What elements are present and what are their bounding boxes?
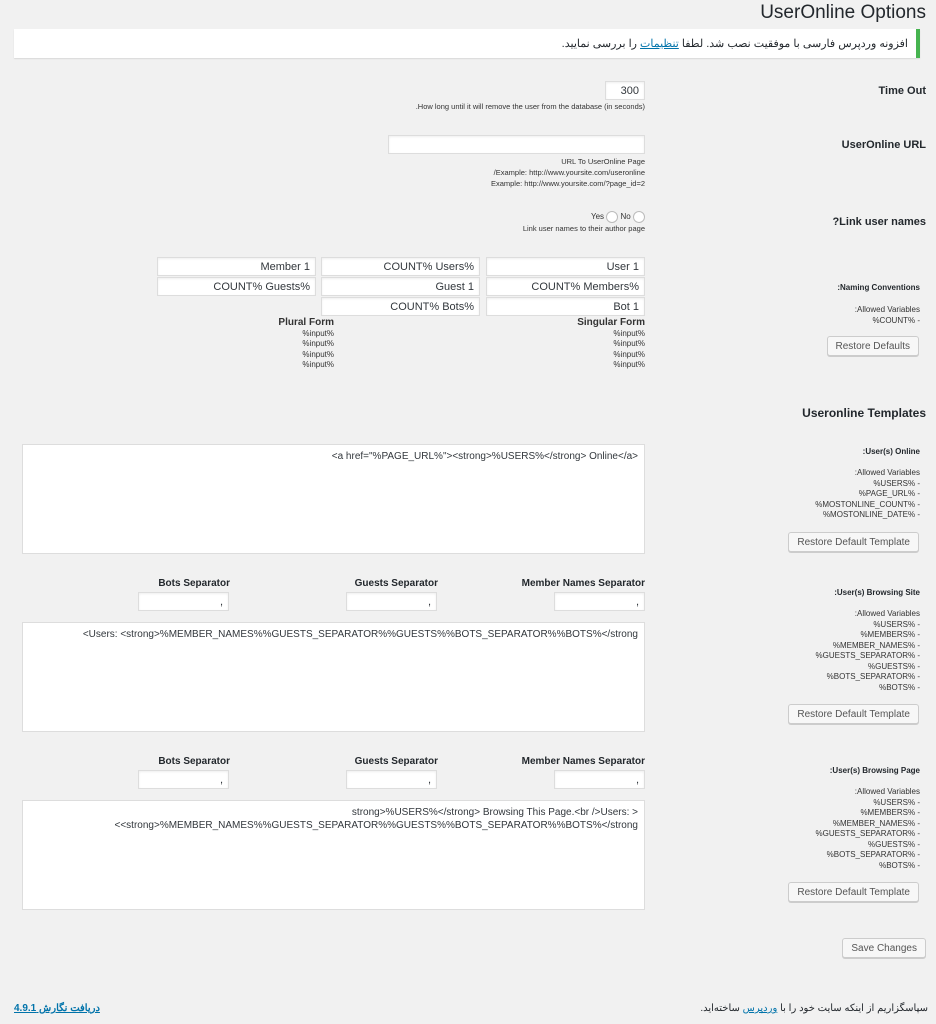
users-plural-input[interactable]: COUNT% Users%: [321, 257, 480, 276]
bots-sep-label: Bots Separator: [158, 578, 230, 589]
link-names-radios: Yes No: [591, 211, 645, 223]
bots-sep-input[interactable]: ,: [138, 592, 229, 611]
save-changes-button[interactable]: Save Changes: [842, 938, 926, 958]
url-desc: URL To UserOnline Page/Example: http://w…: [490, 157, 645, 188]
url-input[interactable]: [388, 135, 645, 154]
naming-vars: :Allowed Variables %COUNT% -: [854, 305, 920, 325]
link-names-label: ?Link user names: [832, 216, 926, 228]
member-sep-label: Member Names Separator: [521, 756, 645, 767]
yes-radio[interactable]: [606, 211, 619, 223]
guests-sep-label: Guests Separator: [354, 756, 438, 767]
restore-browsing-site-template-button[interactable]: Restore Default Template: [788, 704, 919, 724]
guest-singular-input[interactable]: Guest 1: [321, 277, 480, 296]
bots-plural-input[interactable]: COUNT% Bots%: [321, 297, 480, 316]
bot-singular-input[interactable]: Bot 1: [486, 297, 645, 316]
browsing-page-vars: :Allowed Variables %USERS% - %MEMBERS% - %M…: [815, 787, 920, 870]
guests-sep-label: Guests Separator: [354, 578, 438, 589]
browsing-site-label: :User(s) Browsing Site: [834, 588, 920, 597]
plural-form-legend: Plural Form %input% %input% %input% %input%: [278, 317, 334, 369]
page-title: UserOnline Options: [760, 2, 926, 23]
browsing-page-label: :User(s) Browsing Page: [829, 766, 920, 775]
online-vars: :Allowed Variables %USERS% - %PAGE_URL% -%…: [815, 468, 920, 519]
member-sep-input[interactable]: ,: [554, 592, 645, 611]
online-template-textarea[interactable]: <a href="%PAGE_URL%"><strong>%USERS%</st…: [22, 444, 645, 554]
members-plural-input[interactable]: COUNT% Members%: [486, 277, 645, 296]
guests-sep-input[interactable]: ,: [346, 592, 437, 611]
timeout-input[interactable]: 300: [605, 81, 645, 100]
browsing-site-vars: :Allowed Variables %USERS% - %MEMBERS% - %M…: [815, 609, 920, 692]
timeout-label: Time Out: [878, 85, 926, 97]
guests-plural-input[interactable]: COUNT% Guests%: [157, 277, 316, 296]
timeout-desc: .How long until it will remove the user …: [415, 102, 645, 111]
member-sep-input[interactable]: ,: [554, 770, 645, 789]
templates-heading: Useronline Templates: [802, 406, 926, 420]
browsing-page-template-textarea[interactable]: strong>%USERS%</strong> Browsing This Pa…: [22, 800, 645, 910]
online-label: :User(s) Online: [862, 447, 920, 456]
bots-sep-label: Bots Separator: [158, 756, 230, 767]
footer-version: دریافت نگارش 4.9.1: [14, 1003, 100, 1014]
wordpress-link[interactable]: وردپرس: [743, 1003, 778, 1014]
restore-defaults-button[interactable]: Restore Defaults: [826, 336, 919, 356]
footer-thanks: سپاسگزاریم از اینکه سایت خود را با وردپر…: [700, 1003, 928, 1014]
user-singular-input[interactable]: User 1: [486, 257, 645, 276]
version-link[interactable]: دریافت نگارش 4.9.1: [14, 1003, 100, 1014]
member-singular-input[interactable]: Member 1: [157, 257, 316, 276]
member-sep-label: Member Names Separator: [521, 578, 645, 589]
naming-label: :Naming Conventions: [837, 283, 920, 292]
guests-sep-input[interactable]: ,: [346, 770, 437, 789]
singular-form-legend: Singular Form %input% %input% %input% %input…: [577, 317, 645, 369]
no-radio[interactable]: [633, 211, 645, 223]
settings-link[interactable]: تنظیمات: [640, 38, 679, 50]
browsing-site-template-textarea[interactable]: <Users: <strong>%MEMBER_NAMES%%GUESTS_SE…: [22, 622, 645, 732]
url-label: UserOnline URL: [841, 139, 926, 151]
restore-online-template-button[interactable]: Restore Default Template: [788, 532, 919, 552]
restore-browsing-page-template-button[interactable]: Restore Default Template: [788, 882, 919, 902]
bots-sep-input[interactable]: ,: [138, 770, 229, 789]
notice: افزونه وردپرس فارسی با موفقیت نصب شد. لط…: [14, 29, 920, 58]
link-names-desc: Link user names to their author page: [522, 224, 645, 233]
